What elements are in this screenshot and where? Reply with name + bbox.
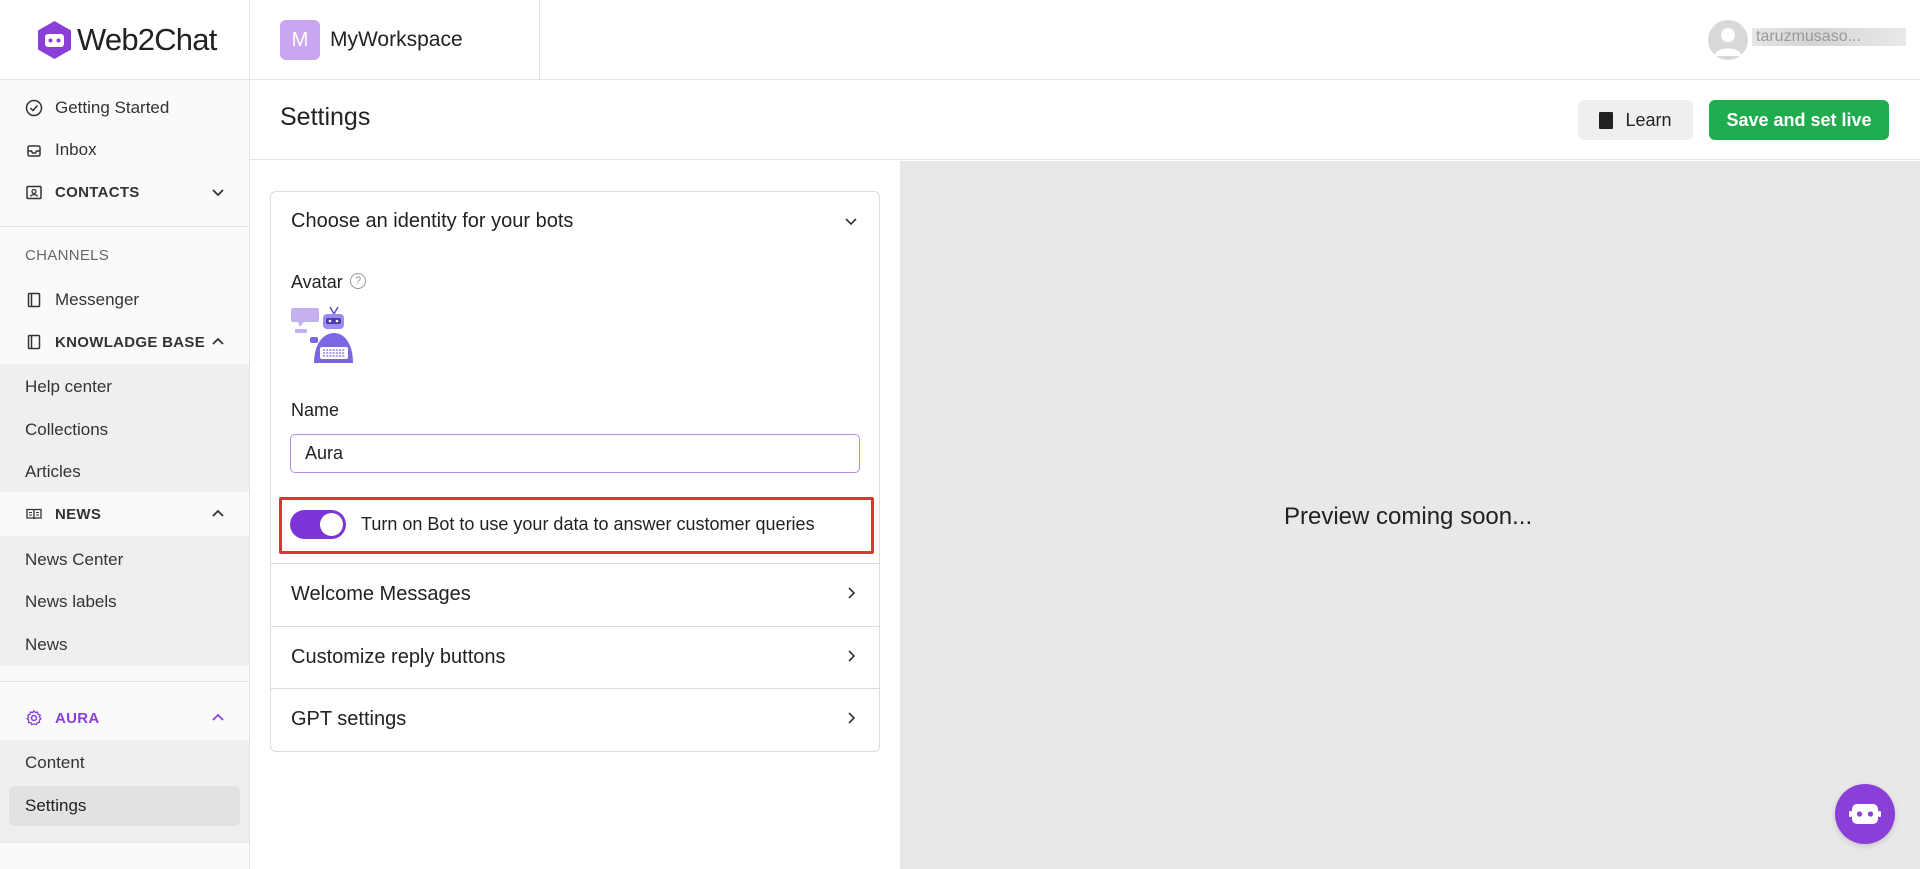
contacts-icon [26,185,42,200]
sidebar-item-news-labels[interactable]: News labels [0,582,249,622]
sidebar-item-getting-started[interactable]: Getting Started [0,88,249,128]
sidebar-item-label: Collections [25,420,109,439]
chevron-up-icon [212,509,224,517]
divider [249,0,250,80]
logo[interactable]: Web2Chat [36,20,217,60]
avatar-label: Avatar [291,272,343,292]
book-icon [27,292,41,308]
section-customize-reply-buttons[interactable]: Customize reply buttons [291,646,506,669]
bot-data-toggle[interactable] [290,510,346,539]
divider [271,626,879,627]
user-icon [1714,28,1742,56]
bot-name-input[interactable] [290,434,860,473]
sidebar-item-label: CONTACTS [55,183,140,201]
chevron-right-icon[interactable] [843,710,859,726]
sidebar-item-aura[interactable]: AURA [0,698,249,738]
newspaper-icon [26,508,42,520]
identity-section-title[interactable]: Choose an identity for your bots [291,210,573,233]
sidebar-item-label: Settings [25,796,87,815]
sidebar-item-knowledge-base[interactable]: KNOWLADGE BASE [0,322,249,362]
name-label: Name [291,400,340,420]
divider [0,226,249,227]
chevron-down-icon[interactable] [843,213,859,229]
sidebar-item-news[interactable]: News [0,625,249,665]
learn-label: Learn [1625,109,1672,130]
divider [539,0,540,80]
book-icon [27,334,41,350]
preview-placeholder-text: Preview coming soon... [1284,503,1533,530]
check-circle-icon [25,99,43,117]
sidebar-item-messenger[interactable]: Messenger [0,280,249,320]
sidebar-item-label: KNOWLADGE BASE [55,333,206,351]
user-avatar[interactable] [1708,20,1748,60]
sidebar-item-label: Content [25,753,85,772]
chat-launcher-button[interactable] [1835,784,1895,844]
sidebar-item-label: Getting Started [55,98,170,117]
divider [0,681,249,682]
divider [271,563,879,564]
sidebar-item-help-center[interactable]: Help center [0,367,249,407]
sidebar-section-channels: CHANNELS [25,247,110,264]
bot-avatar-image[interactable] [290,305,354,367]
sidebar-item-label: Help center [25,377,112,396]
section-welcome-messages[interactable]: Welcome Messages [291,583,471,606]
sidebar-item-label: NEWS [55,505,102,523]
sidebar-item-contacts[interactable]: CONTACTS [0,172,249,212]
bot-icon [1849,804,1881,824]
page-title: Settings [280,103,371,131]
chevron-up-icon [212,713,224,721]
workspace-avatar[interactable]: M [280,20,320,60]
divider [0,842,249,843]
sidebar-item-label: News Center [25,550,124,569]
user-name[interactable]: taruzmusaso... [1752,28,1906,46]
logo-bot-icon [36,20,73,60]
sidebar-item-news-center[interactable]: News Center [0,540,249,580]
help-icon[interactable]: ? [350,273,366,289]
toggle-knob [320,513,343,536]
sidebar-item-label: Messenger [55,290,140,309]
chevron-up-icon [212,337,224,345]
workspace-name[interactable]: MyWorkspace [330,28,463,52]
divider [271,688,879,689]
chevron-down-icon [212,189,224,197]
sidebar-item-content[interactable]: Content [0,743,249,783]
inbox-icon [27,145,41,157]
book-icon [1599,111,1614,129]
chevron-right-icon[interactable] [843,648,859,664]
chevron-right-icon[interactable] [843,585,859,601]
toggle-label: Turn on Bot to use your data to answer c… [361,514,815,534]
learn-button[interactable]: Learn [1578,100,1693,140]
sidebar-item-settings[interactable]: Settings [0,786,249,826]
sidebar-item-label: AURA [55,709,100,727]
sidebar-item-collections[interactable]: Collections [0,410,249,450]
section-gpt-settings[interactable]: GPT settings [291,708,406,731]
sidebar-item-label: News [25,635,68,654]
logo-text: Web2Chat [77,22,217,57]
sidebar-item-inbox[interactable]: Inbox [0,130,249,170]
sidebar-item-label: Articles [25,462,81,481]
gear-icon [26,710,42,726]
sidebar-item-articles[interactable]: Articles [0,452,249,492]
save-and-set-live-button[interactable]: Save and set live [1709,100,1889,140]
top-bar: Web2Chat M MyWorkspace taruzmusaso... [0,0,1920,80]
sidebar-item-label: Inbox [55,140,97,159]
sidebar-item-news[interactable]: NEWS [0,494,249,534]
sidebar-item-label: News labels [25,592,117,611]
